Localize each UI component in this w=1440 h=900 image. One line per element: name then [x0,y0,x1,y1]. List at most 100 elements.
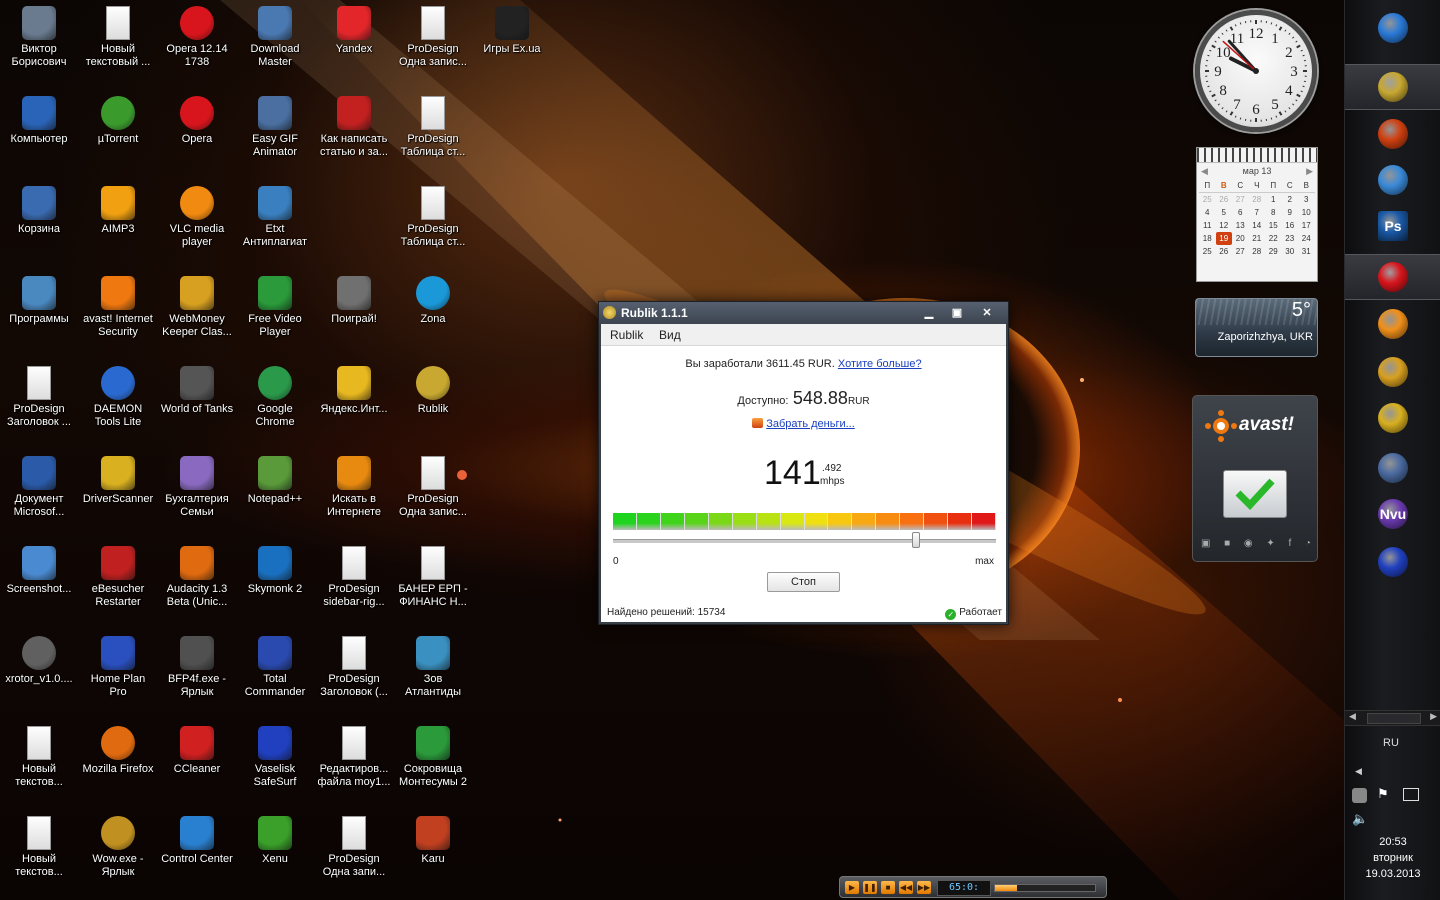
desktop-icon[interactable]: Etxt Антиплагиат [236,180,314,266]
calendar-day[interactable]: 28 [1249,193,1266,206]
calendar-day[interactable]: 25 [1199,193,1216,206]
desktop-icon[interactable]: µTorrent [79,90,157,176]
next-icon[interactable]: ▶▶ [917,881,931,894]
desktop-icon[interactable]: Easy GIF Animator [236,90,314,176]
desktop-icon[interactable]: БАНЕР ЕРП - ФИНАНС Н... [394,540,472,626]
tray-expand-icon[interactable]: ◀ [1355,766,1362,777]
minimize-button[interactable]: ▁ [915,305,943,321]
desktop-icon[interactable]: Поиграй! [315,270,393,356]
desktop-icon[interactable]: World of Tanks [158,360,236,446]
desktop-icon[interactable]: ProDesign sidebar-rig... [315,540,393,626]
avast-monitor-icon[interactable] [1223,470,1287,518]
avast-window-icon[interactable]: ▣ [1201,538,1210,552]
desktop-icon[interactable]: Документ Microsof... [0,450,78,536]
desktop-icon[interactable]: Vaselisk SafeSurf [236,720,314,806]
desktop-icon[interactable]: Karu [394,810,472,896]
desktop-icon[interactable]: Сокровища Монтесумы 2 [394,720,472,806]
taskbar-button[interactable] [1345,540,1440,584]
desktop-icon[interactable]: ProDesign Одна запис... [394,450,472,536]
calendar-day[interactable]: 30 [1282,245,1299,258]
desktop-icon[interactable]: DriverScanner [79,450,157,536]
desktop-icon[interactable]: Как написать статью и за... [315,90,393,176]
weather-gadget[interactable]: 5° Zaporizhzhya, UKR [1195,298,1318,357]
calendar-prev-icon[interactable]: ◀ [1201,163,1208,179]
calendar-day[interactable]: 12 [1216,219,1233,232]
calendar-day[interactable]: 25 [1199,245,1216,258]
calendar-day[interactable]: 19 [1215,232,1232,245]
desktop-icon[interactable]: ProDesign Таблица ст... [394,180,472,266]
system-clock[interactable]: 20:53 вторник 19.03.2013 [1345,834,1440,882]
calendar-day[interactable]: 23 [1282,232,1299,245]
desktop-icon[interactable]: ProDesign Одна запис... [394,0,472,86]
calendar-day[interactable]: 4 [1199,206,1216,219]
menu-rublik[interactable]: Rublik [610,328,643,342]
calendar-day[interactable]: 29 [1265,245,1282,258]
calendar-day[interactable]: 6 [1232,206,1249,219]
slider-track[interactable] [613,539,996,543]
desktop-icon[interactable]: WebMoney Keeper Clas... [158,270,236,356]
taskbar-button[interactable] [1345,302,1440,346]
slider-thumb[interactable] [911,532,920,548]
taskbar-button[interactable] [1345,254,1440,300]
desktop-icon[interactable]: Игры Ex.ua [473,0,551,86]
calendar-day[interactable]: 27 [1232,245,1249,258]
calendar-day[interactable]: 31 [1298,245,1315,258]
desktop-icon[interactable]: Новый текстов... [0,720,78,806]
taskbar-button[interactable]: Nvu [1345,492,1440,536]
taskbar-button[interactable] [1345,112,1440,156]
taskbar-button[interactable] [1345,396,1440,440]
desktop-icon[interactable]: Новый текстовый ... [79,0,157,86]
desktop-icon[interactable]: BFP4f.exe - Ярлык [158,630,236,716]
menu-view[interactable]: Вид [659,328,681,342]
calendar-day[interactable]: 17 [1298,219,1315,232]
calendar-day[interactable]: 3 [1298,193,1315,206]
desktop-icon[interactable]: Total Commander [236,630,314,716]
withdraw-link[interactable]: Забрать деньги... [766,418,855,430]
clock-gadget[interactable]: 12 1 2 3 4 5 6 7 8 9 10 11 [1195,10,1317,132]
stop-button[interactable]: Стоп [767,572,840,592]
desktop-icon[interactable]: Корзина [0,180,78,266]
calendar-next-icon[interactable]: ▶ [1306,163,1313,179]
desktop-icon[interactable]: Wow.exe - Ярлык [79,810,157,896]
calendar-day[interactable]: 20 [1232,232,1249,245]
desktop-icon[interactable]: AIMP3 [79,180,157,266]
desktop-icon[interactable]: avast! Internet Security [79,270,157,356]
desktop-icon[interactable]: Новый текстов... [0,810,78,896]
calendar-day[interactable]: 28 [1249,245,1266,258]
avast-rss-icon[interactable]: ◔ [1305,538,1311,552]
desktop-icon[interactable]: Бухгалтерия Семьи [158,450,236,536]
desktop-icon[interactable]: Яндекс.Инт... [315,360,393,446]
close-button[interactable]: ✕ [973,305,1001,321]
desktop-icon[interactable]: Opera [158,90,236,176]
desktop-icon[interactable]: VLC media player [158,180,236,266]
calendar-day[interactable]: 8 [1265,206,1282,219]
calendar-day[interactable]: 1 [1265,193,1282,206]
avast-twitter-icon[interactable]: ✦ [1266,538,1274,552]
scroll-thumb[interactable] [1367,713,1421,724]
avast-update-icon[interactable]: ◉ [1244,538,1253,552]
calendar-day[interactable]: 9 [1282,206,1299,219]
tray-volume-icon[interactable]: 🔈 [1352,811,1368,827]
desktop-icon[interactable]: Искать в Интернете [315,450,393,536]
desktop-icon[interactable]: Программы [0,270,78,356]
calendar-day[interactable]: 16 [1282,219,1299,232]
taskbar-scrollbar[interactable]: ◀ ▶ [1345,710,1440,726]
pause-icon[interactable]: ❚❚ [863,881,877,894]
calendar-day[interactable]: 14 [1249,219,1266,232]
play-icon[interactable]: ▶ [845,881,859,894]
desktop-icon[interactable]: Download Master [236,0,314,86]
desktop-icon[interactable]: Opera 12.14 1738 [158,0,236,86]
desktop-icon[interactable]: Audacity 1.3 Beta (Unic... [158,540,236,626]
calendar-day[interactable]: 22 [1265,232,1282,245]
taskbar-button[interactable] [1345,64,1440,110]
language-indicator[interactable]: RU [1345,737,1437,749]
tray-flag-icon[interactable]: ⚑ [1377,786,1389,802]
desktop-icon[interactable]: Control Center [158,810,236,896]
taskbar-button[interactable] [1345,158,1440,202]
taskbar-button[interactable] [1345,350,1440,394]
previous-icon[interactable]: ◀◀ [899,881,913,894]
desktop-icon[interactable]: ProDesign Таблица ст... [394,90,472,176]
calendar-day[interactable]: 27 [1232,193,1249,206]
desktop-icon[interactable]: ProDesign Одна запи... [315,810,393,896]
calendar-day[interactable]: 21 [1249,232,1266,245]
